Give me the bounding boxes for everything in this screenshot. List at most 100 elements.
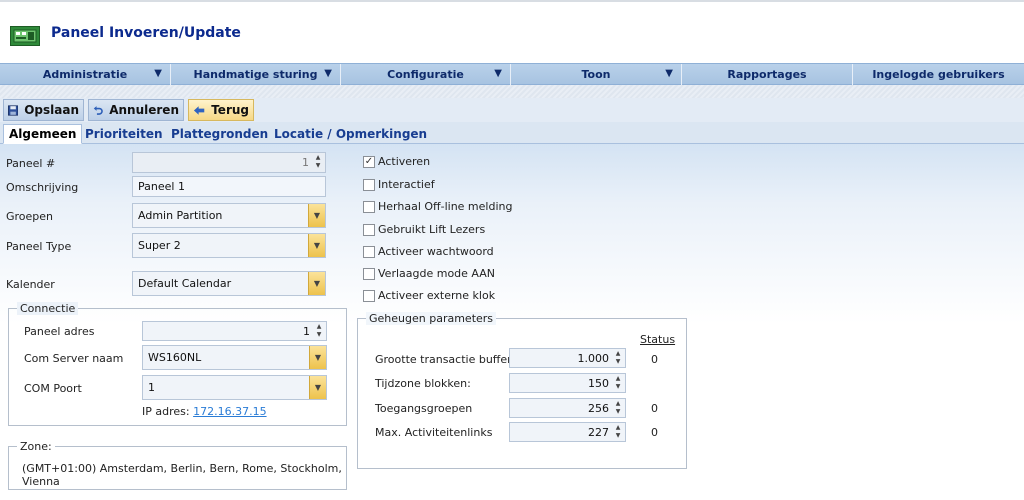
description-label: Omschrijving: [6, 181, 79, 194]
dropdown-arrow-icon[interactable]: ▼: [308, 204, 325, 227]
stepper-icon[interactable]: ▲ ▼: [613, 400, 623, 417]
groups-value: Admin Partition: [138, 209, 223, 222]
ip-address-link[interactable]: 172.16.37.15: [193, 405, 266, 418]
option-label: Gebruikt Lift Lezers: [378, 223, 486, 236]
decorative-band: [0, 85, 1024, 98]
menu-ingelogde-gebruikers[interactable]: Ingelogde gebruikers: [853, 64, 1024, 85]
tab-plattegronden[interactable]: Plattegronden: [166, 124, 273, 144]
menu-administratie[interactable]: Administratie ▼: [0, 64, 171, 85]
stepper-icon[interactable]: ▲ ▼: [613, 375, 623, 392]
panel-type-value: Super 2: [138, 239, 181, 252]
option-label: Activeren: [378, 155, 431, 168]
com-port-select[interactable]: 1 ▼: [142, 375, 327, 400]
caret-down-icon: ▼: [665, 68, 673, 79]
checkbox[interactable]: ✓: [363, 155, 375, 168]
dropdown-arrow-icon[interactable]: ▼: [309, 346, 326, 369]
menu-configuratie[interactable]: Configuratie ▼: [341, 64, 511, 85]
menu-handmatige-sturing[interactable]: Handmatige sturing ▼: [171, 64, 341, 85]
menu-label: Handmatige sturing: [193, 68, 318, 81]
save-button[interactable]: Opslaan: [3, 99, 84, 121]
panel-number-field: 1 ▲ ▼: [132, 152, 326, 173]
tab-prioriteiten[interactable]: Prioriteiten: [80, 124, 168, 144]
calendar-label: Kalender: [6, 278, 55, 291]
menu-label: Ingelogde gebruikers: [872, 68, 1005, 81]
zone-group: Zone: (GMT+01:00) Amsterdam, Berlin, Ber…: [8, 440, 347, 490]
timezone-blocks-input[interactable]: 150 ▲ ▼: [509, 373, 626, 393]
save-label: Opslaan: [24, 103, 79, 117]
com-port-value: 1: [148, 381, 155, 394]
memory-row-value: 256: [588, 401, 609, 415]
dropdown-arrow-icon[interactable]: ▼: [308, 234, 325, 257]
cancel-label: Annuleren: [109, 103, 179, 117]
menu-toon[interactable]: Toon ▼: [511, 64, 682, 85]
transaction-buffer-input[interactable]: 1.000 ▲ ▼: [509, 348, 626, 368]
option-herhaal-offline[interactable]: Herhaal Off-line melding: [363, 200, 512, 213]
checkbox[interactable]: [363, 200, 375, 213]
panel-address-input[interactable]: 1 ▲ ▼: [142, 321, 327, 341]
floppy-disk-icon: [8, 104, 19, 116]
zone-legend: Zone:: [17, 440, 55, 453]
status-header: Status: [640, 333, 676, 346]
memory-row-value: 227: [588, 425, 609, 439]
memory-row-label: Max. Activiteitenlinks: [375, 426, 493, 439]
calendar-select[interactable]: Default Calendar ▼: [132, 271, 326, 296]
stepper-icon: ▲ ▼: [315, 154, 321, 169]
arrow-left-icon: [193, 105, 205, 115]
access-groups-input[interactable]: 256 ▲ ▼: [509, 398, 626, 418]
zone-value: (GMT+01:00) Amsterdam, Berlin, Bern, Rom…: [22, 462, 342, 488]
panel-type-select[interactable]: Super 2 ▼: [132, 233, 326, 258]
checkbox[interactable]: [363, 223, 375, 236]
checkbox[interactable]: [363, 289, 375, 302]
back-label: Terug: [211, 103, 249, 117]
menu-label: Rapportages: [727, 68, 807, 81]
caret-down-icon: ▼: [494, 68, 502, 79]
option-label: Interactief: [378, 178, 435, 191]
main-menu: Administratie ▼ Handmatige sturing ▼ Con…: [0, 63, 1024, 85]
option-label: Verlaagde mode AAN: [378, 267, 496, 280]
memory-row-label: Toegangsgroepen: [375, 402, 473, 415]
option-wachtwoord[interactable]: Activeer wachtwoord: [363, 245, 494, 258]
stepper-icon[interactable]: ▲ ▼: [613, 350, 623, 367]
memory-row-label: Tijdzone blokken:: [375, 377, 471, 390]
option-label: Activeer wachtwoord: [378, 245, 494, 258]
tab-locatie-opmerkingen[interactable]: Locatie / Opmerkingen: [269, 124, 432, 144]
ip-address-row: IP adres: 172.16.37.15: [142, 405, 267, 418]
menu-rapportages[interactable]: Rapportages: [682, 64, 853, 85]
app-header: Paneel Invoeren/Update: [0, 0, 1024, 63]
option-label: Activeer externe klok: [378, 289, 496, 302]
menu-label: Toon: [581, 68, 611, 81]
panel-number-label: Paneel #: [6, 157, 56, 170]
option-externe-klok[interactable]: Activeer externe klok: [363, 289, 495, 302]
menu-label: Administratie: [42, 68, 128, 81]
panel-number-value: 1: [302, 156, 309, 169]
checkbox[interactable]: [363, 267, 375, 280]
activity-links-input[interactable]: 227 ▲ ▼: [509, 422, 626, 442]
panel-board-icon: [10, 26, 40, 46]
tab-strip: Algemeen Prioriteiten Plattegronden Loca…: [0, 122, 1024, 144]
option-activeren[interactable]: ✓ Activeren: [363, 155, 430, 168]
memory-row-value: 1.000: [577, 351, 610, 365]
description-input[interactable]: Paneel 1: [132, 176, 326, 197]
memory-row-value: 150: [588, 376, 609, 390]
description-value: Paneel 1: [138, 180, 185, 193]
option-lift-lezers[interactable]: Gebruikt Lift Lezers: [363, 223, 485, 236]
cancel-button[interactable]: Annuleren: [88, 99, 184, 121]
menu-label: Configuratie: [387, 68, 464, 81]
checkbox[interactable]: [363, 178, 375, 191]
stepper-icon[interactable]: ▲ ▼: [613, 424, 623, 441]
memory-row-label: Grootte transactie buffer:: [375, 353, 516, 366]
dropdown-arrow-icon[interactable]: ▼: [309, 376, 326, 399]
com-server-select[interactable]: WS160NL ▼: [142, 345, 327, 370]
caret-down-icon: ▼: [154, 68, 162, 79]
groups-select[interactable]: Admin Partition ▼: [132, 203, 326, 228]
memory-row-status: 0: [651, 426, 658, 439]
stepper-icon[interactable]: ▲ ▼: [314, 323, 324, 340]
checkbox[interactable]: [363, 245, 375, 258]
option-verlaagde-mode[interactable]: Verlaagde mode AAN: [363, 267, 495, 280]
dropdown-arrow-icon[interactable]: ▼: [308, 272, 325, 295]
option-interactief[interactable]: Interactief: [363, 178, 435, 191]
tab-algemeen[interactable]: Algemeen: [3, 124, 83, 144]
calendar-value: Default Calendar: [138, 277, 232, 290]
memory-group: Geheugen parameters Status Grootte trans…: [357, 312, 687, 469]
back-button[interactable]: Terug: [188, 99, 254, 121]
